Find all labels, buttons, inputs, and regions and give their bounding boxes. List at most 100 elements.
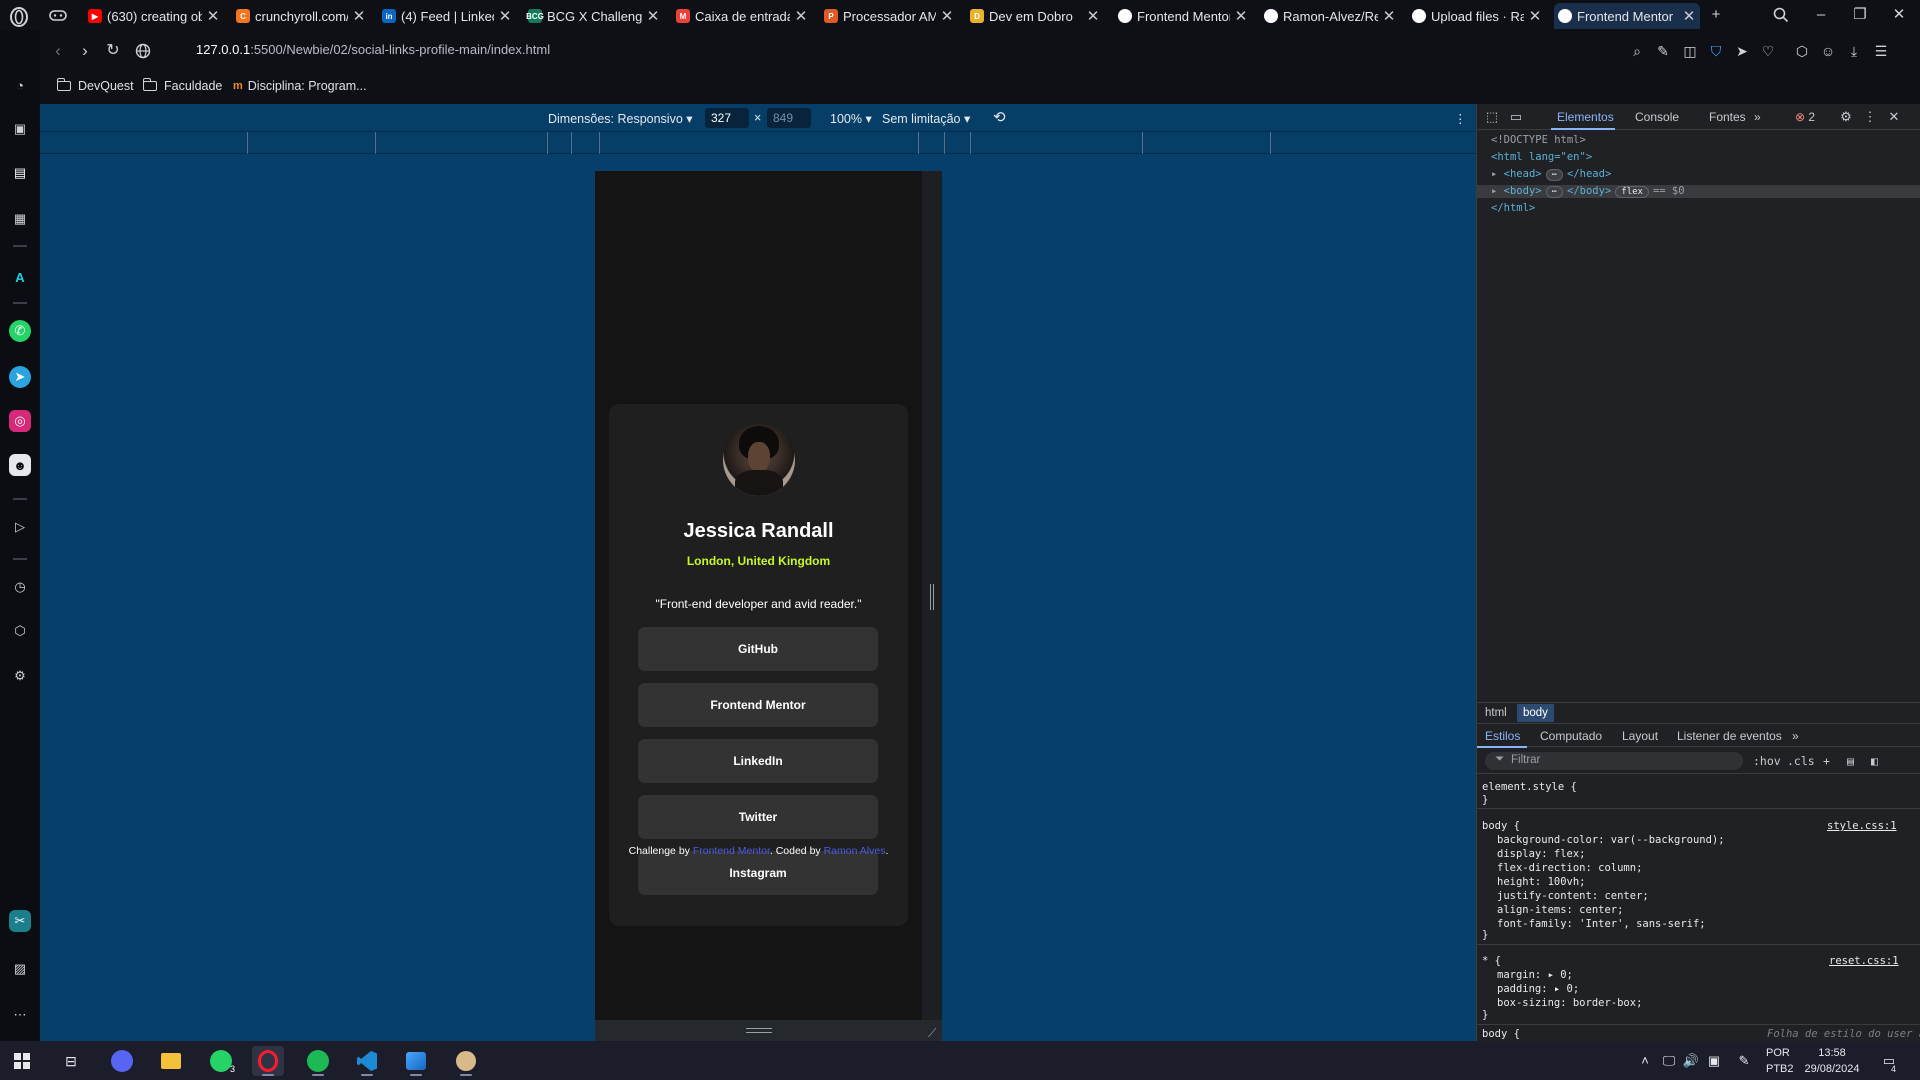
css-declaration[interactable]: padding: ▸ 0; [1497, 983, 1579, 995]
dom-html-open[interactable]: <html lang="en"> [1491, 151, 1592, 163]
cls-toggle[interactable]: .cls [1787, 754, 1815, 768]
bookmark-disciplina[interactable]: m Disciplina: Program... [233, 79, 367, 93]
dimensions-dropdown[interactable]: Dimensões: Responsivo ▾ [548, 111, 693, 126]
close-tab-icon[interactable]: ✕ [794, 7, 808, 25]
history-icon[interactable]: ◷ [9, 576, 31, 598]
site-info-icon[interactable] [132, 40, 154, 62]
whatsapp-app-icon[interactable]: 3 [205, 1046, 237, 1076]
input-language[interactable]: POR PTB2 [1766, 1046, 1794, 1080]
more-subtabs-icon[interactable]: » [1792, 729, 1799, 743]
breadcrumb-body[interactable]: body [1517, 704, 1554, 722]
adblock-shield-icon[interactable]: ⛉ [1706, 41, 1726, 61]
github-link-button[interactable]: GitHub [638, 627, 878, 671]
rule-reset-selector[interactable]: * { [1482, 955, 1501, 967]
tab-3[interactable]: BCG BCG X Challenge ✕ [524, 3, 664, 29]
twitch-icon[interactable]: ▤ [9, 162, 31, 184]
resize-handle-bottom[interactable] [746, 1028, 772, 1033]
tab-computed[interactable]: Computado [1540, 729, 1602, 743]
styles-filter-input[interactable]: ⏷ Filtrar [1485, 752, 1743, 770]
more-tabs-icon[interactable]: » [1754, 110, 1761, 124]
aria-icon[interactable]: A [9, 266, 31, 288]
rotate-icon[interactable]: ⟲ [993, 108, 1006, 126]
dom-html-close[interactable]: </html> [1491, 202, 1535, 214]
whatsapp-icon[interactable]: ✆ [9, 320, 31, 342]
breadcrumb-html[interactable]: html [1481, 707, 1511, 719]
tab-2[interactable]: in (4) Feed | LinkedI ✕ [378, 3, 516, 29]
windows-start-icon[interactable] [6, 1046, 38, 1076]
tab-9[interactable]: Upload files · Ran ✕ [1408, 3, 1546, 29]
spotify-app-icon[interactable] [302, 1046, 334, 1076]
bag-icon[interactable]: ▣ [9, 118, 31, 140]
css-declaration[interactable]: background-color: var(--background); [1497, 834, 1725, 846]
speed-dial-icon[interactable]: ◔ [9, 74, 31, 96]
tab-styles[interactable]: Estilos [1485, 729, 1520, 743]
restore-button[interactable]: ❐ [1849, 4, 1871, 26]
resize-handle-right[interactable] [930, 584, 934, 610]
back-button[interactable]: ‹ [47, 40, 69, 62]
gamepad-icon[interactable] [48, 6, 68, 24]
height-input[interactable]: 849 [767, 108, 811, 128]
tab-4[interactable]: M Caixa de entrada ✕ [672, 3, 812, 29]
opera-app-icon[interactable] [252, 1046, 284, 1076]
photos-app-icon[interactable] [400, 1046, 432, 1076]
send-icon[interactable]: ➤ [1732, 41, 1752, 61]
tab-10[interactable]: Frontend Mentor ✕ [1554, 3, 1700, 29]
minimize-button[interactable]: – [1810, 4, 1832, 26]
close-window-button[interactable]: ✕ [1888, 4, 1910, 26]
devtools-settings-icon[interactable]: ⚙ [1837, 108, 1855, 126]
css-declaration[interactable]: height: 100vh; [1497, 876, 1586, 888]
cube-icon[interactable]: ⬡ [9, 620, 31, 642]
close-tab-icon[interactable]: ✕ [352, 7, 366, 25]
close-tab-icon[interactable]: ✕ [1086, 7, 1100, 25]
inspect-element-icon[interactable]: ⬚ [1483, 108, 1501, 126]
bookmark-faculdade[interactable]: Faculdade [142, 78, 222, 93]
tab-event-listeners[interactable]: Listener de eventos [1677, 729, 1782, 743]
close-tab-icon[interactable]: ✕ [1682, 7, 1696, 25]
edit-icon[interactable]: ✎ [1653, 41, 1673, 61]
forward-button[interactable]: › [74, 40, 96, 62]
close-tab-icon[interactable]: ✕ [206, 7, 220, 25]
opera-menu-icon[interactable] [8, 6, 30, 28]
close-tab-icon[interactable]: ✕ [1234, 7, 1248, 25]
devtools-menu-icon[interactable]: ⋮ [1861, 108, 1879, 126]
tab-layout[interactable]: Layout [1622, 729, 1658, 743]
network-icon[interactable]: 🖵 [1660, 1052, 1678, 1070]
telegram-icon[interactable]: ➤ [9, 366, 31, 388]
author-link[interactable]: Ramon Alves [824, 845, 886, 857]
tab-elements[interactable]: Elementos [1557, 110, 1614, 124]
file-explorer-icon[interactable] [155, 1046, 187, 1076]
volume-icon[interactable]: 🔊 [1682, 1052, 1700, 1070]
clock[interactable]: 13:58 29/08/2024 [1802, 1046, 1862, 1080]
css-declaration[interactable]: font-family: 'Inter', sans-serif; [1497, 918, 1706, 930]
rule-element-style[interactable]: element.style { [1482, 781, 1577, 793]
download-icon[interactable]: ⤓ [1844, 41, 1864, 61]
throttle-dropdown[interactable]: Sem limitação ▾ [882, 111, 970, 126]
tray-overflow-icon[interactable]: ˄ [1636, 1052, 1654, 1070]
sidebar-toggle-icon[interactable]: ◧ [1871, 754, 1878, 768]
css-declaration[interactable]: box-sizing: border-box; [1497, 997, 1642, 1009]
vscode-app-icon[interactable] [351, 1046, 383, 1076]
tab-7[interactable]: Frontend Mentor ✕ [1114, 3, 1252, 29]
profile-icon[interactable]: ☺ [1818, 41, 1838, 61]
url-field[interactable]: 127.0.0.1:5500/Newbie/02/social-links-pr… [196, 42, 550, 57]
more-icon[interactable]: ⋯ [9, 1004, 31, 1026]
flex-badge[interactable]: flex [1615, 186, 1649, 198]
heart-icon[interactable]: ♡ [1758, 41, 1778, 61]
close-tab-icon[interactable]: ✕ [940, 7, 954, 25]
linkedin-link-button[interactable]: LinkedIn [638, 739, 878, 783]
rule-body-selector[interactable]: body { [1482, 820, 1520, 832]
hov-toggle[interactable]: :hov [1753, 754, 1781, 768]
extension-icon[interactable]: ✂ [9, 910, 31, 932]
device-toggle-icon[interactable]: ▭ [1507, 108, 1525, 126]
css-declaration[interactable]: flex-direction: column; [1497, 862, 1642, 874]
dom-doctype[interactable]: <!DOCTYPE html> [1491, 134, 1586, 146]
css-source-link[interactable]: style.css:1 [1827, 820, 1897, 832]
new-rule-icon[interactable]: + [1823, 754, 1830, 768]
paint-icon[interactable]: ▤ [1847, 754, 1854, 768]
easy-setup-icon[interactable]: ☰ [1871, 41, 1891, 61]
tab-5[interactable]: P Processador AMD✕ [820, 3, 958, 29]
new-tab-button[interactable]: + [1705, 4, 1727, 26]
resize-corner-icon[interactable]: ⟋ [928, 1026, 936, 1041]
close-tab-icon[interactable]: ✕ [498, 7, 512, 25]
css-declaration[interactable]: margin: ▸ 0; [1497, 969, 1573, 981]
